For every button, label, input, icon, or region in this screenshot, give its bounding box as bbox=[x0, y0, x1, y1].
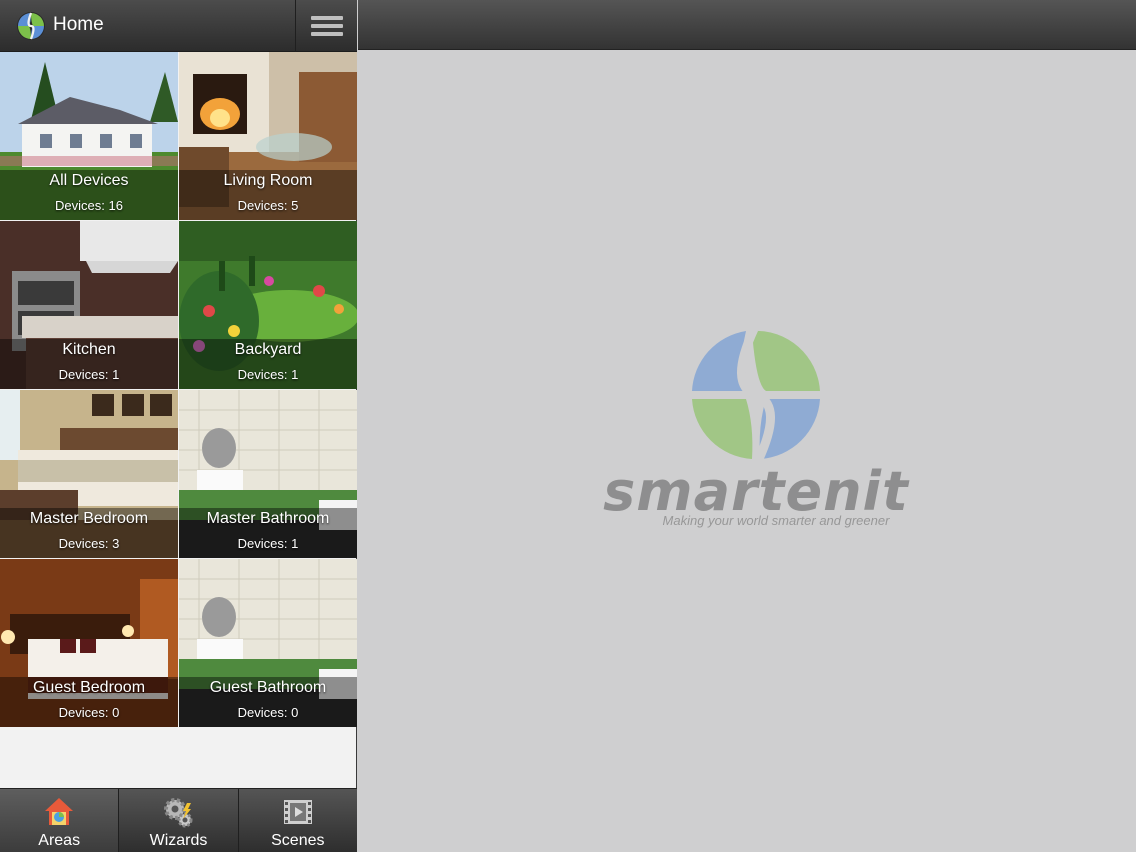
sidebar: Home All Devices Devices: 16 Living Room… bbox=[0, 0, 357, 852]
area-caption: Master Bedroom Devices: 3 bbox=[0, 508, 178, 558]
tab-scenes[interactable]: Scenes bbox=[239, 789, 357, 852]
area-caption: Living Room Devices: 5 bbox=[179, 170, 357, 220]
area-name: Guest Bedroom bbox=[32, 679, 146, 696]
app-logo-icon bbox=[17, 12, 45, 40]
area-name: Kitchen bbox=[62, 341, 116, 358]
area-caption: All Devices Devices: 16 bbox=[0, 170, 178, 220]
page-title: Home bbox=[53, 14, 104, 35]
house-icon bbox=[45, 798, 74, 825]
sidebar-header: Home bbox=[0, 0, 357, 52]
smartenit-logo-icon bbox=[692, 327, 820, 463]
tab-wizards[interactable]: Wizards bbox=[119, 789, 239, 852]
area-tile-kitchen[interactable]: Kitchen Devices: 1 bbox=[0, 221, 178, 389]
area-tile-all-devices[interactable]: All Devices Devices: 16 bbox=[0, 52, 178, 220]
area-device-count: Devices: 0 bbox=[237, 705, 299, 720]
area-name: Master Bathroom bbox=[206, 510, 330, 527]
tab-label: Wizards bbox=[149, 832, 208, 849]
menu-button[interactable] bbox=[295, 0, 357, 52]
area-tile-guest-bedroom[interactable]: Guest Bedroom Devices: 0 bbox=[0, 559, 178, 727]
area-device-count: Devices: 0 bbox=[58, 705, 120, 720]
main-header-bar bbox=[358, 0, 1136, 50]
smartenit-watermark: smartenit Making your world smarter and … bbox=[586, 325, 926, 540]
main-content: smartenit Making your world smarter and … bbox=[358, 50, 1136, 852]
area-device-count: Devices: 1 bbox=[237, 536, 299, 551]
area-device-count: Devices: 16 bbox=[55, 198, 123, 213]
brand-name: smartenit bbox=[603, 460, 909, 523]
area-name: All Devices bbox=[49, 172, 129, 189]
area-name: Backyard bbox=[234, 341, 302, 358]
area-caption: Guest Bedroom Devices: 0 bbox=[0, 677, 178, 727]
area-tile-master-bathroom[interactable]: Master Bathroom Devices: 1 bbox=[179, 390, 357, 558]
area-name: Living Room bbox=[223, 172, 313, 189]
area-tile-master-bedroom[interactable]: Master Bedroom Devices: 3 bbox=[0, 390, 178, 558]
areas-grid: All Devices Devices: 16 Living Room Devi… bbox=[0, 52, 357, 727]
area-tile-backyard[interactable]: Backyard Devices: 1 bbox=[179, 221, 357, 389]
hamburger-icon bbox=[310, 16, 343, 36]
area-device-count: Devices: 5 bbox=[237, 198, 299, 213]
area-name: Master Bedroom bbox=[29, 510, 149, 527]
bottom-tab-bar: Areas Wizards Scenes bbox=[0, 788, 357, 852]
tab-areas[interactable]: Areas bbox=[0, 789, 120, 852]
area-caption: Guest Bathroom Devices: 0 bbox=[179, 677, 357, 727]
area-caption: Kitchen Devices: 1 bbox=[0, 339, 178, 389]
area-caption: Master Bathroom Devices: 1 bbox=[179, 508, 357, 558]
app-window: Home All Devices Devices: 16 Living Room… bbox=[0, 0, 1136, 852]
area-tile-living-room[interactable]: Living Room Devices: 5 bbox=[179, 52, 357, 220]
gears-icon bbox=[164, 798, 193, 828]
area-device-count: Devices: 1 bbox=[237, 367, 299, 382]
area-device-count: Devices: 1 bbox=[58, 367, 120, 382]
area-tile-guest-bathroom[interactable]: Guest Bathroom Devices: 0 bbox=[179, 559, 357, 727]
film-icon bbox=[283, 800, 312, 824]
tab-label: Areas bbox=[38, 832, 81, 849]
brand-tagline: Making your world smarter and greener bbox=[662, 513, 890, 528]
area-device-count: Devices: 3 bbox=[58, 536, 120, 551]
tab-label: Scenes bbox=[271, 832, 325, 849]
area-name: Guest Bathroom bbox=[209, 679, 327, 696]
area-caption: Backyard Devices: 1 bbox=[179, 339, 357, 389]
